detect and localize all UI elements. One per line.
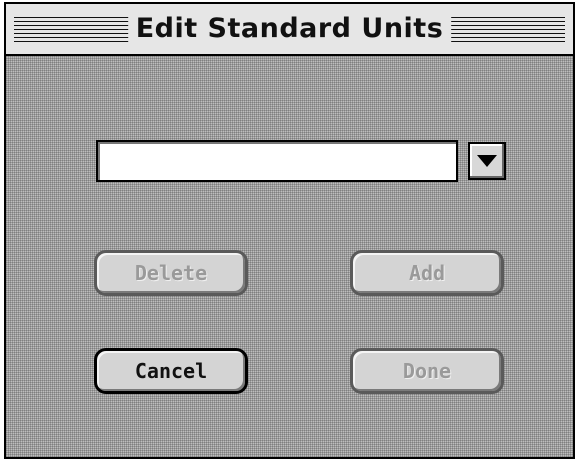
window-title: Edit Standard Units (127, 12, 452, 46)
done-button[interactable]: Done (350, 348, 504, 394)
unit-name-field[interactable] (96, 140, 458, 182)
unit-dropdown-button[interactable] (468, 142, 506, 180)
delete-button[interactable]: Delete (94, 250, 248, 296)
add-button[interactable]: Add (350, 250, 504, 296)
cancel-button[interactable]: Cancel (94, 348, 248, 394)
title-bar[interactable]: Edit Standard Units (6, 4, 573, 56)
edit-standard-units-dialog: Edit Standard Units Delete Add Cancel Do… (4, 2, 575, 459)
triangle-down-icon (477, 155, 497, 167)
